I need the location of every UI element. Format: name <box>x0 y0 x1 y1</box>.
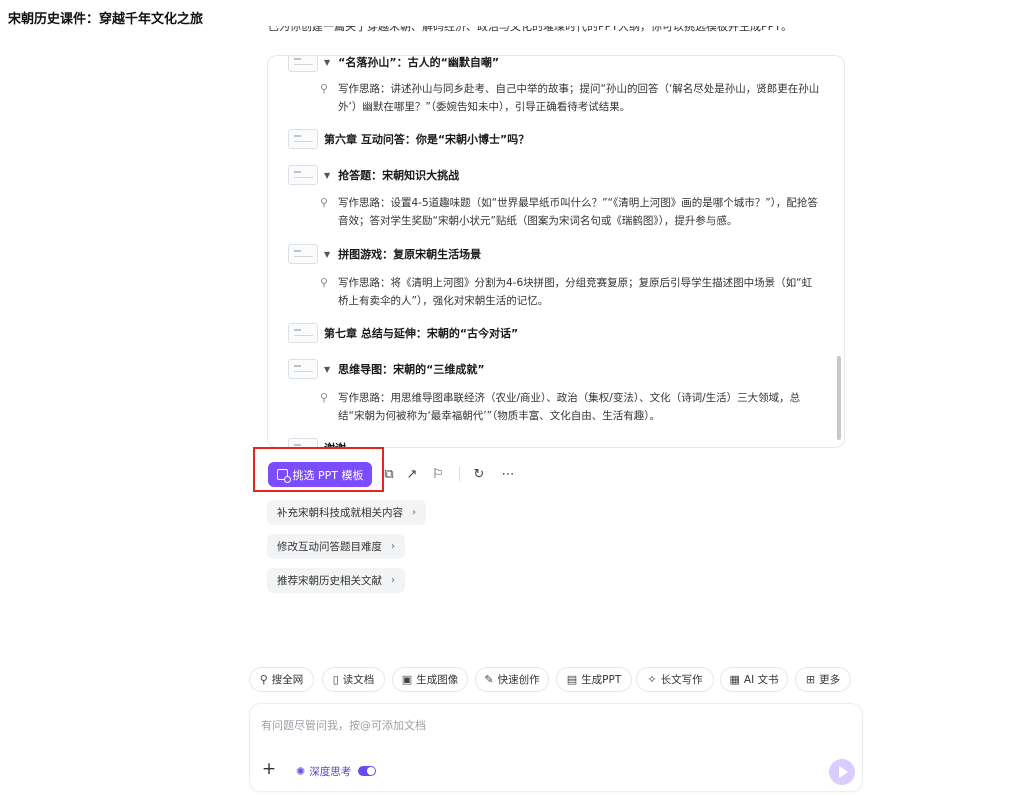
outline-idea: ⚲ 写作思路：将《清明上河图》分割为4-6块拼图，分组竞赛复原；复原后引导学生描… <box>320 274 820 310</box>
chevron-right-icon: › <box>391 575 395 586</box>
tool-generate-ppt[interactable]: ▤ 生成PPT <box>556 667 632 692</box>
ppt-icon: ▤ <box>566 673 578 686</box>
chevron-right-icon: › <box>412 507 416 518</box>
slide-icon <box>288 438 318 447</box>
highlight-box <box>253 447 384 492</box>
image-icon: ▣ <box>401 673 413 686</box>
add-attachment-button[interactable]: + <box>260 761 278 779</box>
suggestion-chip[interactable]: 修改互动问答题目难度 › <box>267 534 405 559</box>
tool-quick-create[interactable]: ✎ 快速创作 <box>475 667 549 692</box>
deep-think-toggle[interactable]: ✺ 深度思考 <box>290 760 382 782</box>
share-icon[interactable]: ↗ <box>404 465 420 483</box>
lightbulb-icon: ⚲ <box>320 391 329 404</box>
caret-down-icon[interactable]: ▼ <box>324 250 330 259</box>
tool-long-writing[interactable]: ✧ 长文写作 <box>636 667 714 692</box>
tool-more[interactable]: ⊞ 更多 <box>795 667 851 692</box>
caret-down-icon[interactable]: ▼ <box>324 171 330 180</box>
slide-icon <box>288 359 318 379</box>
tool-ai-document[interactable]: ▦ AI 文书 <box>720 667 788 692</box>
tool-read-doc[interactable]: ▯ 读文档 <box>322 667 385 692</box>
truncated-intro-text: 已为你创建一篇关于穿越宋朝、解码经济、政治与文化的璀璨时代的PPT大纲，你可以挑… <box>268 26 792 33</box>
caret-down-icon[interactable]: ▼ <box>324 58 330 67</box>
outline-scroll-area[interactable]: ▼ “名落孙山”：古人的“幽默自嘲” ⚲ 写作思路：讲述孙山与同乡赴考、自己中举… <box>268 56 844 447</box>
outline-chapter[interactable]: 第七章 总结与延伸：宋朝的“古今对话” <box>288 323 518 343</box>
caret-down-icon[interactable]: ▼ <box>324 365 330 374</box>
search-icon: ⚲ <box>259 673 268 686</box>
outline-idea: ⚲ 写作思路：设置4-5道趣味题（如“世界最早纸币叫什么？”“《清明上河图》画的… <box>320 194 820 230</box>
outline-section[interactable]: ▼ 抢答题：宋朝知识大挑战 <box>288 165 459 185</box>
pen-icon: ✎ <box>484 673 494 686</box>
feather-icon: ✧ <box>647 673 657 686</box>
copy-icon[interactable]: ⧉ <box>381 465 397 483</box>
document-icon: ▦ <box>729 673 740 686</box>
suggestion-chip[interactable]: 补充宋朝科技成就相关内容 › <box>267 500 426 525</box>
refresh-icon[interactable]: ↻ <box>471 465 487 483</box>
suggestion-chip[interactable]: 推荐宋朝历史相关文献 › <box>267 568 405 593</box>
outline-section[interactable]: ▼ 思维导图：宋朝的“三维成就” <box>288 359 485 379</box>
tool-search-web[interactable]: ⚲ 搜全网 <box>249 667 314 692</box>
outline-section[interactable]: ▼ “名落孙山”：古人的“幽默自嘲” <box>288 56 499 72</box>
outline-idea: ⚲ 写作思路：用思维导图串联经济（农业/商业）、政治（集权/变法）、文化（诗词/… <box>320 389 820 425</box>
chat-input-box[interactable]: 有问题尽管问我，按@可添加文档 + ✺ 深度思考 <box>249 703 863 792</box>
page-title: 宋朝历史课件：穿越千年文化之旅 <box>8 12 204 27</box>
slide-icon <box>288 165 318 185</box>
outline-chapter[interactable]: 第六章 互动问答：你是“宋朝小博士”吗？ <box>288 129 529 149</box>
toggle-switch[interactable] <box>358 766 377 776</box>
outline-idea: ⚲ 写作思路：讲述孙山与同乡赴考、自己中举的故事；提问“孙山的回答（‘解名尽处是… <box>320 80 820 116</box>
chat-input-placeholder[interactable]: 有问题尽管问我，按@可添加文档 <box>261 717 426 733</box>
lightbulb-icon: ⚲ <box>320 196 329 209</box>
slide-icon <box>288 129 318 149</box>
chevron-right-icon: › <box>391 541 395 552</box>
more-icon[interactable]: ⋯ <box>500 465 516 483</box>
tool-generate-image[interactable]: ▣ 生成图像 <box>392 667 468 692</box>
slide-icon <box>288 323 318 343</box>
grid-icon: ⊞ <box>805 673 816 686</box>
outline-chapter[interactable]: 谢谢 <box>288 438 346 447</box>
outline-section[interactable]: ▼ 拼图游戏：复原宋朝生活场景 <box>288 244 481 264</box>
lightbulb-icon: ⚲ <box>320 276 329 289</box>
slide-icon <box>288 56 318 72</box>
bookmark-icon[interactable]: ⚐ <box>430 465 446 483</box>
book-icon: ▯ <box>332 673 339 686</box>
atom-icon: ✺ <box>296 764 306 778</box>
lightbulb-icon: ⚲ <box>320 82 329 95</box>
send-button[interactable] <box>829 759 855 785</box>
action-divider <box>459 467 460 481</box>
slide-icon <box>288 244 318 264</box>
outline-card[interactable]: ▼ “名落孙山”：古人的“幽默自嘲” ⚲ 写作思路：讲述孙山与同乡赴考、自己中举… <box>267 55 845 448</box>
scrollbar-thumb[interactable] <box>837 356 841 440</box>
